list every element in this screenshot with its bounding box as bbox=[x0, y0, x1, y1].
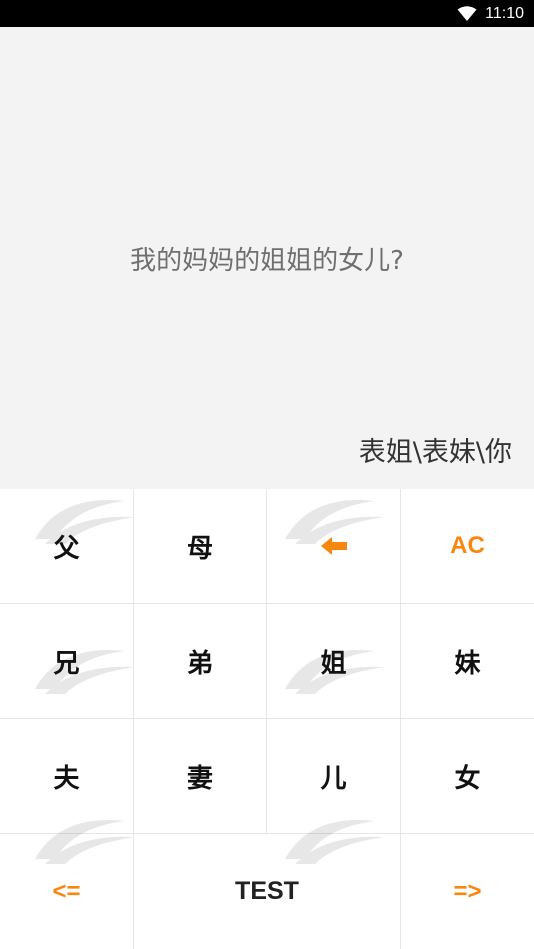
key-son-label: 儿 bbox=[320, 763, 347, 794]
prev-button[interactable]: <= bbox=[0, 834, 134, 949]
result-display: 我的妈妈的姐姐的女儿? 表姐\表妹\你 bbox=[0, 27, 534, 489]
key-mother-label: 母 bbox=[186, 533, 213, 564]
key-elder-brother[interactable]: 兄 bbox=[0, 604, 134, 719]
key-daughter[interactable]: 女 bbox=[401, 719, 534, 834]
key-younger-sister[interactable]: 妹 bbox=[401, 604, 534, 719]
status-bar: 11:10 bbox=[0, 0, 534, 27]
key-father[interactable]: 父 bbox=[0, 489, 134, 604]
key-son[interactable]: 儿 bbox=[267, 719, 401, 834]
clear-button[interactable]: AC bbox=[401, 489, 534, 604]
key-younger-sister-label: 妹 bbox=[454, 648, 481, 679]
key-daughter-label: 女 bbox=[454, 763, 481, 794]
key-wife-label: 妻 bbox=[186, 763, 213, 794]
backspace-button[interactable] bbox=[267, 489, 401, 604]
key-elder-sister[interactable]: 姐 bbox=[267, 604, 401, 719]
key-younger-brother-label: 弟 bbox=[186, 648, 213, 679]
clear-button-label: AC bbox=[450, 532, 485, 559]
key-elder-sister-label: 姐 bbox=[320, 648, 347, 679]
test-button-label: TEST bbox=[235, 877, 299, 905]
status-time: 11:10 bbox=[485, 4, 524, 22]
answer-text: 表姐\表妹\你 bbox=[358, 437, 512, 468]
next-button-label: => bbox=[453, 877, 482, 905]
question-text: 我的妈妈的姐姐的女儿? bbox=[130, 246, 404, 276]
key-husband-label: 夫 bbox=[53, 763, 80, 794]
key-elder-brother-label: 兄 bbox=[53, 648, 80, 679]
key-wife[interactable]: 妻 bbox=[134, 719, 267, 834]
next-button[interactable]: => bbox=[401, 834, 534, 949]
key-mother[interactable]: 母 bbox=[134, 489, 267, 604]
key-father-label: 父 bbox=[53, 533, 80, 564]
keypad: 父 母 AC 兄 弟 姐 妹 夫 妻 儿 女 <= TEST => bbox=[0, 489, 534, 949]
key-husband[interactable]: 夫 bbox=[0, 719, 134, 834]
prev-button-label: <= bbox=[52, 877, 81, 905]
key-younger-brother[interactable]: 弟 bbox=[134, 604, 267, 719]
status-right: 11:10 bbox=[457, 0, 524, 27]
wifi-icon bbox=[457, 5, 477, 21]
test-button[interactable]: TEST bbox=[134, 834, 401, 949]
left-arrow-icon bbox=[320, 537, 347, 555]
